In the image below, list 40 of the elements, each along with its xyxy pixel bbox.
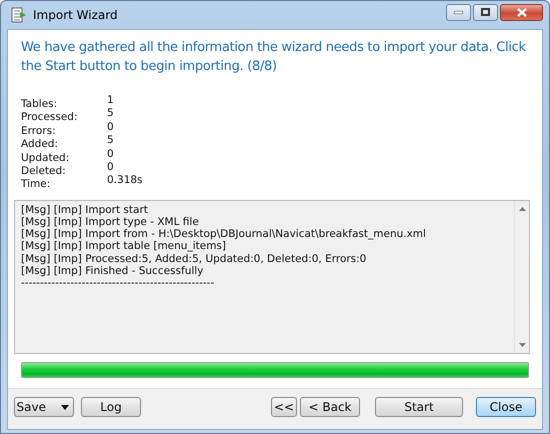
stat-label: Tables: [21,98,58,112]
close-icon [516,8,526,16]
scroll-down-icon[interactable] [518,342,526,347]
stat-label: Updated: [21,152,70,166]
log-line: [Msg] [Imp] Import type - XML file [21,216,199,228]
maximize-button[interactable] [473,4,498,20]
push-button[interactable]: < Back [300,397,360,417]
log-line: [Msg] [Imp] Import start [21,204,148,216]
table-import-icon [11,7,27,23]
stat-value: 0 [107,148,114,162]
push-button[interactable]: << [271,397,297,417]
maximize-icon [481,8,490,16]
stat-value: 0.318s [107,174,143,188]
log-line: [Msg] [Imp] Import table [menu_items] [21,240,226,253]
push-button[interactable]: Start [375,397,463,417]
log-line: [Msg] [Imp] Processed:5, Added:5, Updated:0, Deleted:0, Errors:0 [21,252,366,265]
stat-value: 1 [107,94,114,108]
stat-label: Deleted: [21,165,66,178]
stat-value: 0 [107,161,114,175]
save-split-button[interactable]: Save [14,397,74,417]
push-button[interactable]: Log [81,397,141,417]
log-line: --------------------------------------------------- [21,277,214,290]
minimize-button[interactable] [446,4,471,20]
scroll-up-icon[interactable] [518,206,526,211]
stat-label: Added: [21,138,58,152]
log-line: [Msg] [Imp] Import from - H:\Desktop\DBJournal\Navicat\breakfast_menu.xml [21,228,426,240]
stat-label: Errors: [21,124,56,138]
stat-value: 0 [107,120,114,135]
stat-value: 5 [107,107,114,122]
push-button[interactable]: Close [476,397,536,417]
scrollbar[interactable] [514,200,529,353]
log-line: [Msg] [Imp] Finished - Successfully [21,264,204,278]
minimize-icon [454,10,463,14]
dropdown-caret-icon[interactable] [61,404,69,410]
stat-label: Processed: [21,111,78,125]
stat-label: Time: [21,178,50,192]
close-button[interactable] [500,4,543,20]
stat-value: 5 [107,134,114,148]
window-title: Import Wizard [33,8,118,22]
instruction-text: We have gathered all the information the wizard needs to import your data. Click the Start button to begin importing. (8/8) [20,39,527,76]
